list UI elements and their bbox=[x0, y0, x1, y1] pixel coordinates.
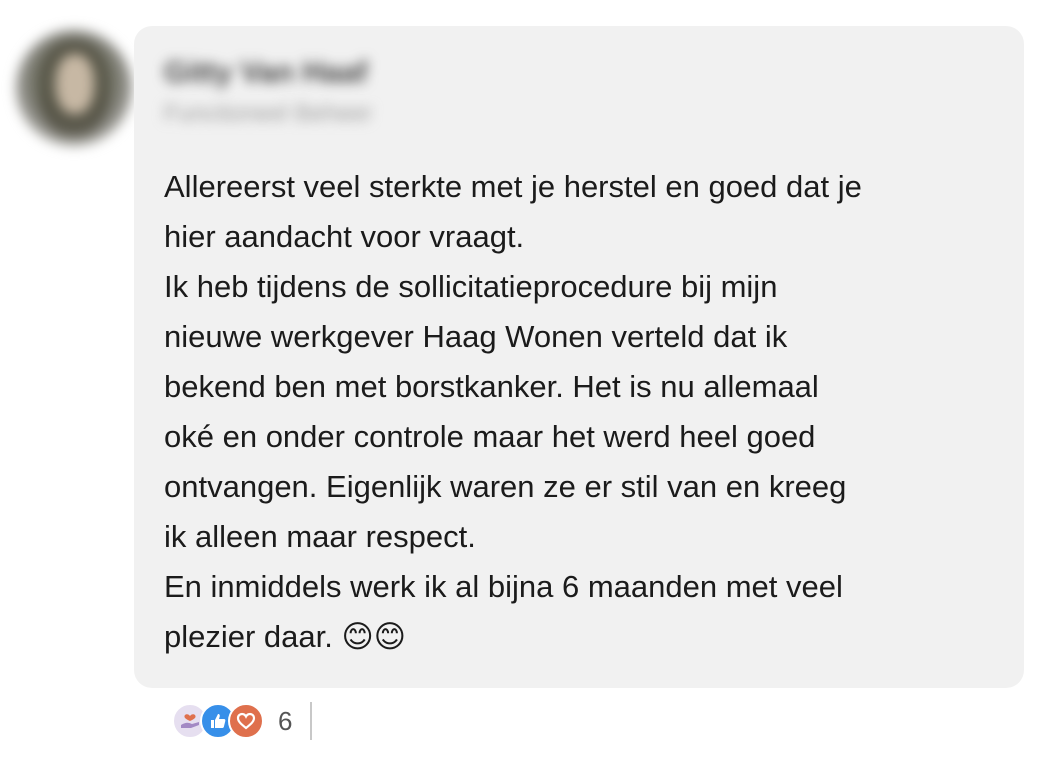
divider bbox=[310, 702, 313, 740]
comment-bubble: Gitty Van Haaf Functioneel Beheer Allere… bbox=[134, 26, 1024, 688]
comment-line: oké en onder controle maar het werd heel… bbox=[164, 419, 816, 454]
author-name[interactable]: Gitty Van Haaf bbox=[164, 56, 367, 90]
reaction-count[interactable]: 6 bbox=[278, 706, 292, 737]
comment-line: ontvangen. Eigenlijk waren ze er stil va… bbox=[164, 469, 847, 504]
comment-line: Allereerst veel sterkte met je herstel e… bbox=[164, 169, 862, 204]
comment: Gitty Van Haaf Functioneel Beheer Allere… bbox=[0, 0, 1046, 762]
comment-line: hier aandacht voor vraagt. bbox=[164, 219, 525, 254]
author-headline: Functioneel Beheer bbox=[164, 100, 373, 127]
comment-line: ik alleen maar respect. bbox=[164, 519, 476, 554]
comment-line: En inmiddels werk ik al bijna 6 maanden … bbox=[164, 569, 843, 604]
avatar-face bbox=[56, 54, 94, 114]
comment-line: Ik heb tijdens de sollicitatieprocedure … bbox=[164, 269, 778, 304]
comment-text: Allereerst veel sterkte met je herstel e… bbox=[164, 162, 1004, 662]
comment-line: plezier daar. 😊😊 bbox=[164, 619, 407, 654]
comment-line: nieuwe werkgever Haag Wonen verteld dat … bbox=[164, 319, 788, 354]
comment-line: bekend ben met borstkanker. Het is nu al… bbox=[164, 369, 819, 404]
reactions-bar[interactable]: 6 bbox=[172, 700, 313, 742]
reaction-icons[interactable] bbox=[172, 703, 264, 739]
author-avatar[interactable] bbox=[16, 30, 132, 146]
love-icon bbox=[228, 703, 264, 739]
